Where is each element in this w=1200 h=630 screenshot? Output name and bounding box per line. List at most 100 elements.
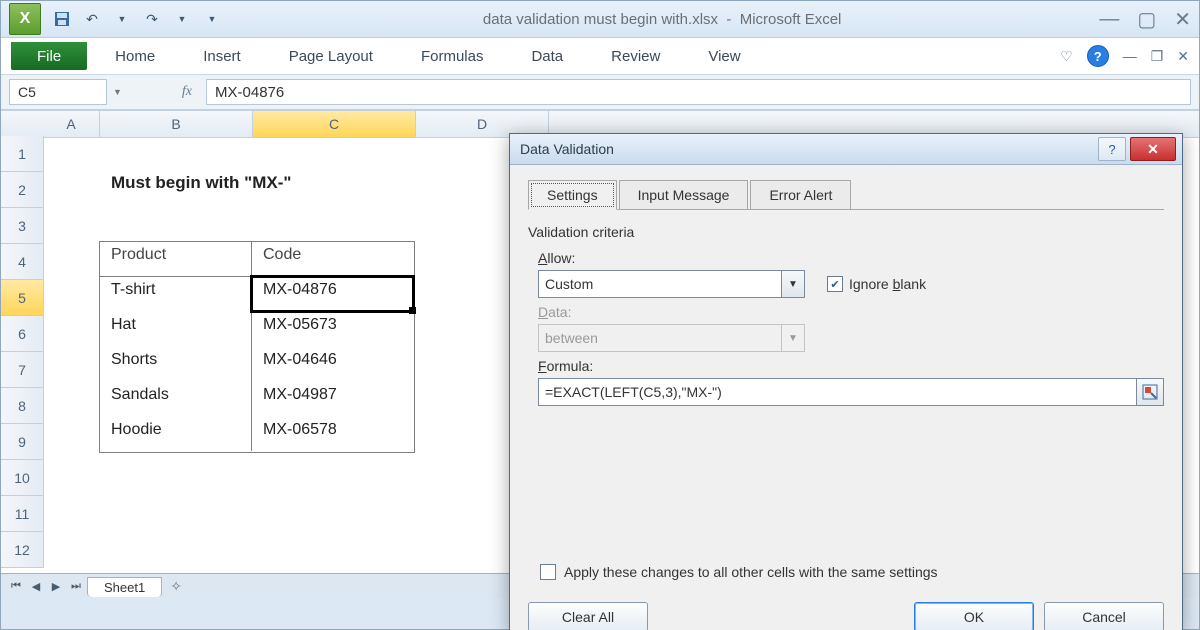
table-row: T-shirt [105,281,161,299]
table-row: MX-04987 [257,386,343,404]
active-cell[interactable] [250,275,415,313]
data-value: between [538,324,782,352]
excel-logo-icon: X [9,3,41,35]
row-header[interactable]: 1 [1,136,43,172]
apply-all-checkbox[interactable]: Apply these changes to all other cells w… [540,564,938,580]
col-header-b[interactable]: B [100,111,253,137]
file-tab[interactable]: File [11,42,87,70]
tab-input-message[interactable]: Input Message [619,180,749,210]
ignore-blank-checkbox[interactable]: ✔ Ignore blank [827,276,926,292]
row-headers: 123456789101112 [1,136,44,568]
dialog-titlebar[interactable]: Data Validation ? ✕ [510,134,1182,165]
row-header[interactable]: 6 [1,316,43,352]
new-sheet-icon[interactable]: ✧ [170,578,190,594]
table-row: Sandals [105,386,175,404]
tab-data[interactable]: Data [507,38,587,74]
allow-dropdown-icon[interactable]: ▼ [782,270,805,298]
name-box[interactable]: C5 [9,79,107,105]
table-row: Hat [105,316,142,334]
maximize-icon[interactable]: ▢ [1137,7,1156,32]
window-controls: ― ▢ ✕ [1099,7,1191,32]
row-header[interactable]: 5 [1,280,43,316]
tab-page-layout[interactable]: Page Layout [265,38,397,74]
qat-customize-icon[interactable]: ▼ [199,6,225,32]
ribbon-minimize-icon[interactable]: ♡ [1060,48,1073,65]
tab-formulas[interactable]: Formulas [397,38,508,74]
row-header[interactable]: 8 [1,388,43,424]
dialog-help-icon[interactable]: ? [1098,137,1126,161]
dialog-footer: Clear All OK Cancel [510,592,1182,630]
row-header[interactable]: 3 [1,208,43,244]
tab-insert[interactable]: Insert [179,38,265,74]
clear-all-button[interactable]: Clear All [528,602,648,630]
cell-heading: Must begin with "MX-" [105,173,297,193]
row-header[interactable]: 11 [1,496,43,532]
tab-view[interactable]: View [684,38,764,74]
undo-dropdown-icon[interactable]: ▼ [109,6,135,32]
formula-label: Formula: [538,358,1164,374]
table-row: Hoodie [105,421,168,439]
tab-error-alert[interactable]: Error Alert [750,180,851,210]
allow-label: Allow: [538,250,1164,266]
table-header-product: Product [105,246,172,264]
excel-window: X ↶ ▼ ↷ ▼ ▼ data validation must begin w… [0,0,1200,630]
save-icon[interactable] [49,6,75,32]
fx-icon[interactable]: fx [174,84,200,100]
undo-icon[interactable]: ↶ [79,6,105,32]
range-selector-icon[interactable] [1137,378,1164,406]
quick-access-toolbar: ↶ ▼ ↷ ▼ ▼ [49,6,225,32]
window-title: data validation must begin with.xlsx - M… [225,11,1099,28]
data-dropdown-icon: ▼ [782,324,805,352]
workbook-minimize-icon[interactable]: ― [1123,48,1137,64]
data-label: Data: [538,304,1164,320]
minimize-icon[interactable]: ― [1099,8,1119,31]
allow-value: Custom [538,270,782,298]
ribbon-tabs: File Home Insert Page Layout Formulas Da… [1,38,1199,75]
title-bar: X ↶ ▼ ↷ ▼ ▼ data validation must begin w… [1,1,1199,38]
workbook-restore-icon[interactable]: ❐ [1151,48,1164,65]
dialog-close-icon[interactable]: ✕ [1130,137,1176,161]
row-header[interactable]: 9 [1,424,43,460]
tab-review[interactable]: Review [587,38,684,74]
table-row: MX-05673 [257,316,343,334]
close-icon[interactable]: ✕ [1174,7,1191,32]
col-header-a[interactable]: A [43,111,100,137]
data-combo: between ▼ [538,324,1164,352]
ok-button[interactable]: OK [914,602,1034,630]
col-header-c[interactable]: C [253,111,416,137]
table-row: MX-04646 [257,351,343,369]
tab-home[interactable]: Home [91,38,179,74]
formula-input[interactable]: MX-04876 [206,79,1191,105]
row-header[interactable]: 2 [1,172,43,208]
sheet-nav-prev-icon[interactable]: ◀ [27,577,45,595]
validation-criteria-label: Validation criteria [528,224,1164,240]
row-header[interactable]: 7 [1,352,43,388]
name-box-dropdown-icon[interactable]: ▼ [113,87,122,97]
redo-icon[interactable]: ↷ [139,6,165,32]
checkbox-unchecked-icon [540,564,556,580]
table-col-divider [99,241,252,451]
row-header[interactable]: 10 [1,460,43,496]
sheet-nav-first-icon[interactable]: ⏮ [7,577,25,595]
formula-field[interactable]: =EXACT(LEFT(C5,3),"MX-") [538,378,1137,406]
apply-all-label: Apply these changes to all other cells w… [564,564,938,580]
select-all-cell[interactable] [1,110,44,138]
dialog-tabs: Settings Input Message Error Alert [528,179,1164,210]
sheet-nav-next-icon[interactable]: ▶ [47,577,65,595]
sheet-nav-last-icon[interactable]: ⏭ [67,577,85,595]
formula-bar: C5 ▼ fx MX-04876 [1,75,1199,110]
help-icon[interactable]: ? [1087,45,1109,67]
row-header[interactable]: 12 [1,532,43,568]
checkbox-checked-icon: ✔ [827,276,843,292]
tab-settings[interactable]: Settings [528,180,617,210]
dialog-title: Data Validation [520,141,614,157]
allow-combo[interactable]: Custom ▼ [538,270,805,298]
sheet-tab[interactable]: Sheet1 [87,577,162,597]
table-row: Shorts [105,351,163,369]
fill-handle[interactable] [409,307,416,314]
workbook-close-icon[interactable]: ✕ [1177,48,1189,65]
cancel-button[interactable]: Cancel [1044,602,1164,630]
redo-dropdown-icon[interactable]: ▼ [169,6,195,32]
row-header[interactable]: 4 [1,244,43,280]
table-row: MX-06578 [257,421,343,439]
